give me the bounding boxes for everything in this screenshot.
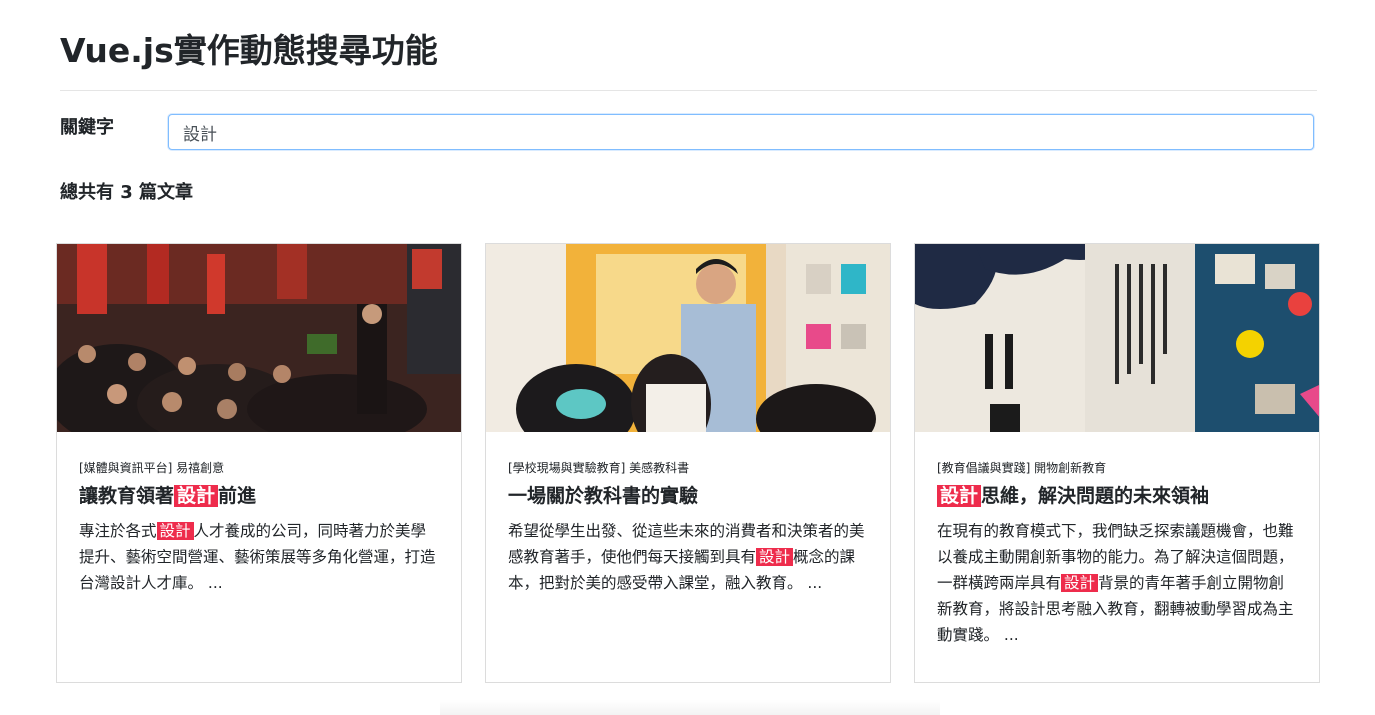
article-title[interactable]: 一場關於教科書的實驗	[508, 482, 868, 510]
excerpt-text: 專注於各式	[79, 522, 157, 540]
article-image[interactable]	[57, 244, 461, 432]
article-image[interactable]	[486, 244, 890, 432]
article-image[interactable]	[915, 244, 1319, 432]
title-text: 思維，解決問題的未來領袖	[981, 485, 1210, 507]
keyword-highlight: 設計	[937, 485, 982, 507]
article-excerpt: 在現有的教育模式下，我們缺乏探索議題機會，也難以養成主動開創新事物的能力。為了解…	[937, 518, 1297, 648]
article-excerpt: 專注於各式 設計 人才養成的公司，同時著力於美學提升、藝術空間營運、藝術策展等多角化…	[79, 518, 439, 596]
article-title[interactable]: 設計 思維，解決問題的未來領袖	[937, 482, 1297, 510]
keyword-highlight: 設計	[1061, 574, 1099, 592]
title-text: 一場關於教科書的實驗	[508, 485, 699, 507]
title-text: 前進	[218, 485, 257, 507]
article-category: [媒體與資訊平台] 易禧創意	[79, 461, 225, 475]
article-title[interactable]: 讓教育領著 設計 前進	[79, 482, 439, 510]
keyword-label: 關鍵字	[60, 117, 114, 138]
keyword-highlight: 設計	[756, 548, 794, 566]
article-card[interactable]: [媒體與資訊平台] 易禧創意 讓教育領著 設計 前進 專注於各式 設計 人才養成的公司，…	[56, 243, 462, 683]
result-count: 總共有 3 篇文章	[60, 182, 194, 203]
keyword-highlight: 設計	[156, 522, 194, 540]
keyword-highlight: 設計	[174, 485, 219, 507]
bottom-shadow	[440, 700, 940, 715]
article-card[interactable]: [學校現場與實驗教育] 美感教科書 一場關於教科書的實驗 希望從學生出發、從這些…	[485, 243, 891, 683]
article-category: [學校現場與實驗教育] 美感教科書	[508, 461, 690, 475]
article-category: [教育倡議與實踐] 開物創新教育	[937, 461, 1107, 475]
article-card[interactable]: [教育倡議與實踐] 開物創新教育 設計 思維，解決問題的未來領袖 在現有的教育模式…	[914, 243, 1320, 683]
title-text: 讓教育領著	[79, 485, 175, 507]
article-excerpt: 希望從學生出發、從這些未來的消費者和決策者的美感教育著手，使他們每天接觸到具有設…	[508, 518, 868, 596]
page-title: Vue.js實作動態搜尋功能	[60, 31, 438, 70]
keyword-search-input[interactable]	[168, 114, 1314, 150]
title-divider	[60, 90, 1317, 91]
app-container: Vue.js實作動態搜尋功能 關鍵字 總共有 3 篇文章	[0, 0, 1375, 715]
